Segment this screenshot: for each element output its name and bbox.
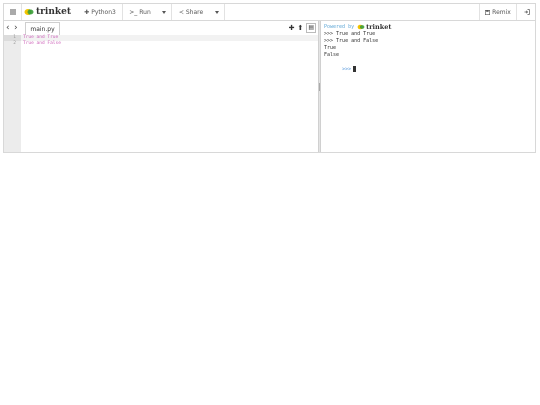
chevron-right-icon: › (14, 23, 18, 33)
trinket-embed: trinket ✚ Python3 >_ Run ≺ Share Remix ‹… (3, 3, 536, 153)
file-tab-main[interactable]: main.py (25, 22, 60, 35)
trinket-logo-icon (357, 24, 365, 30)
trinket-logo[interactable]: trinket (24, 4, 77, 20)
trinket-logo-icon (24, 9, 34, 15)
share-label: Share (185, 8, 204, 16)
splitter-grip[interactable] (319, 83, 320, 91)
run-options-button[interactable] (156, 4, 172, 20)
tab-scroll-left-button[interactable]: ‹ (6, 21, 10, 35)
powered-by-banner: Powered by trinket (324, 23, 535, 31)
hamburger-icon (9, 9, 16, 15)
console-line: >>> True and True (324, 31, 376, 37)
powered-by-brand: trinket (366, 23, 392, 31)
console-line: True (324, 45, 337, 51)
file-actions: ✚ ⬆ ▤ (289, 23, 316, 33)
run-label: Run (139, 8, 151, 16)
sign-in-icon (524, 9, 530, 15)
console-line: False (324, 52, 340, 58)
terminal-icon: >_ (129, 8, 138, 16)
console-output-panel[interactable]: Powered by trinket >>> True and True >>>… (322, 21, 535, 152)
language-label: Python3 (91, 8, 116, 16)
code-editor-panel: ‹ › main.py ✚ ⬆ ▤ 1 2 True and True True… (4, 21, 318, 152)
file-tab-label: main.py (30, 25, 55, 33)
brand-name: trinket (36, 7, 71, 17)
tab-scroll-right-button[interactable]: › (14, 21, 18, 35)
sign-in-button[interactable] (518, 4, 535, 20)
save-icon (485, 9, 491, 15)
chevron-down-icon (161, 10, 166, 14)
upload-icon[interactable]: ⬆ (297, 24, 303, 32)
menu-button[interactable] (4, 4, 22, 20)
console-line: >>> True and False (324, 38, 379, 44)
console-prompt: >>> (342, 66, 352, 73)
file-tab-bar: ‹ › main.py ✚ ⬆ ▤ (4, 21, 318, 35)
share-button[interactable]: ≺ Share (174, 4, 208, 20)
console-prompt-line[interactable]: >>> (324, 59, 535, 73)
powered-by-label: Powered by (324, 24, 355, 30)
share-options-button[interactable] (209, 4, 225, 20)
python-icon: ✚ (84, 8, 90, 16)
remix-label: Remix (492, 8, 511, 16)
toolbar: trinket ✚ Python3 >_ Run ≺ Share Remix (4, 4, 535, 21)
image-file-icon[interactable]: ▤ (306, 23, 316, 33)
line-number: 2 (13, 41, 16, 46)
pane-splitter[interactable] (318, 21, 321, 152)
chevron-left-icon: ‹ (6, 23, 10, 33)
share-icon: ≺ (178, 8, 184, 16)
code-line[interactable]: True and False (21, 41, 318, 47)
add-file-icon[interactable]: ✚ (289, 24, 295, 32)
line-number-gutter: 1 2 (4, 35, 21, 152)
run-button[interactable]: >_ Run (125, 4, 155, 20)
remix-button[interactable]: Remix (479, 4, 517, 20)
text-cursor (353, 66, 357, 72)
code-area[interactable]: True and True True and False (21, 35, 318, 152)
chevron-down-icon (214, 10, 219, 14)
language-selector[interactable]: ✚ Python3 (78, 4, 123, 20)
